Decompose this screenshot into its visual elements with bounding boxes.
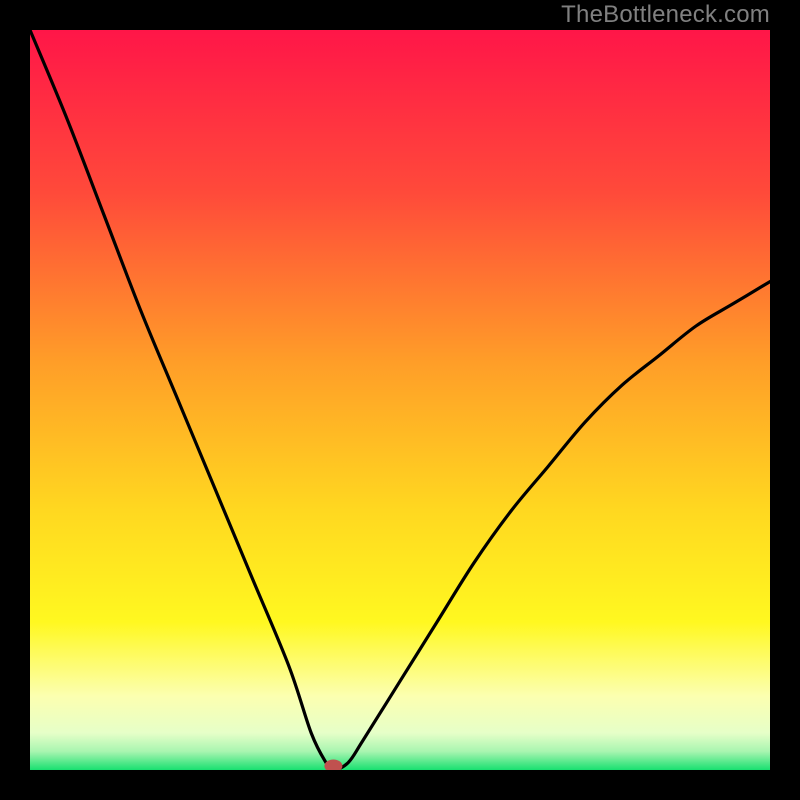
optimum-marker <box>324 760 342 771</box>
bottleneck-curve <box>30 30 770 770</box>
watermark-text: TheBottleneck.com <box>561 0 770 30</box>
chart-frame: TheBottleneck.com <box>0 0 800 800</box>
plot-area <box>30 30 770 770</box>
curve-layer <box>30 30 770 770</box>
